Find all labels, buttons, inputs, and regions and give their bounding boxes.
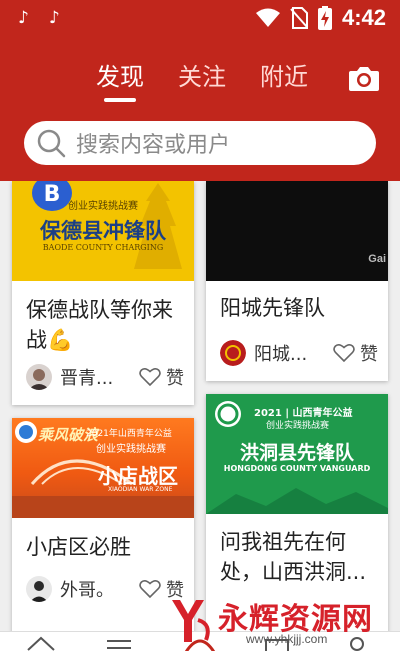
- author-name[interactable]: 晋青...: [60, 364, 139, 390]
- post-title: 问我祖先在何处，山西洪洞...: [220, 530, 367, 584]
- search-input[interactable]: 搜索内容或用户: [24, 121, 376, 165]
- post-cover-image: Gai: [206, 181, 388, 281]
- poster-english: XIAODIAN WAR ZONE: [108, 486, 173, 493]
- avatar[interactable]: [26, 576, 52, 602]
- post-title: 阳城先锋队: [220, 296, 325, 320]
- poster-english: HONGDONG COUNTY VANGUARD: [223, 464, 371, 473]
- tab-discover[interactable]: 发现: [96, 62, 144, 102]
- poster-title: 保德县冲锋队: [40, 218, 166, 243]
- camera-icon[interactable]: [348, 64, 380, 92]
- clock-time: 4:42: [341, 5, 386, 30]
- post-card[interactable]: Gai 阳城先锋队 阳城... 赞: [206, 181, 388, 381]
- post-cover-image: B 创业实践挑战赛 保德县冲锋队 BAODE COUNTY CHARGING: [12, 181, 194, 281]
- post-card[interactable]: B 创业实践挑战赛 保德县冲锋队 BAODE COUNTY CHARGING 保…: [12, 181, 194, 405]
- watermark-url: www.yhkjjj.com: [246, 632, 328, 646]
- top-header: ♪ ♪ 4:42 发现 关注 附近 搜索内容或用户: [0, 0, 400, 181]
- notification-icons: ♪ ♪: [18, 8, 60, 28]
- wifi-icon: [255, 8, 280, 27]
- like-button[interactable]: 赞: [139, 364, 184, 390]
- like-label: 赞: [360, 344, 378, 365]
- poster-title: 小店战区: [98, 464, 178, 488]
- logo-badge-icon: [215, 401, 241, 427]
- system-icons: 4:42: [255, 5, 386, 31]
- poster-subtitle: 创业实践挑战赛: [68, 201, 138, 212]
- poster-subtitle-2: 创业实践挑战赛: [266, 421, 330, 431]
- tab-follow[interactable]: 关注: [178, 62, 226, 92]
- site-watermark: 永辉资源网 www.yhkjjj.com: [166, 594, 396, 648]
- content-feed[interactable]: B 创业实践挑战赛 保德县冲锋队 BAODE COUNTY CHARGING 保…: [0, 181, 400, 631]
- tiktok-icon: ♪: [18, 8, 29, 28]
- no-sim-icon: [290, 7, 308, 29]
- post-cover-image: 2021 | 山西青年公益 创业实践挑战赛 洪洞县先锋队 HONGDONG CO…: [206, 394, 388, 514]
- avatar[interactable]: [26, 364, 52, 390]
- post-cover-image: 乘风破浪 2021年山西青年公益 创业实践挑战赛 小店战区 XIAODIAN W…: [12, 418, 194, 518]
- home-icon[interactable]: [26, 636, 56, 651]
- poster-english: BAODE COUNTY CHARGING: [42, 243, 164, 252]
- poster-subtitle: 2021 | 山西青年公益: [254, 408, 353, 419]
- post-title: 小店区必胜: [26, 535, 131, 559]
- poster-subtitle: 2021年山西青年公益: [86, 429, 172, 439]
- post-meta: 阳城... 赞: [220, 339, 378, 367]
- avatar[interactable]: [220, 340, 246, 366]
- poster-subtitle-2: 创业实践挑战赛: [96, 444, 166, 455]
- like-button[interactable]: 赞: [333, 340, 378, 366]
- list-icon[interactable]: [104, 636, 134, 651]
- poster-decoration: [206, 488, 388, 514]
- heart-icon: [333, 344, 355, 363]
- heart-icon: [139, 368, 161, 387]
- search-icon: [37, 129, 66, 158]
- author-name[interactable]: 阳城...: [254, 340, 333, 366]
- search-placeholder: 搜索内容或用户: [76, 133, 231, 158]
- cover-caption: Gai: [368, 253, 386, 265]
- heart-icon: [139, 580, 161, 599]
- tiktok-icon: ♪: [48, 8, 60, 28]
- post-title: 保德战队等你来战💪: [26, 298, 173, 352]
- like-label: 赞: [166, 368, 184, 389]
- post-meta: 外哥。 赞: [26, 575, 184, 603]
- tab-nearby[interactable]: 附近: [260, 62, 308, 92]
- author-name[interactable]: 外哥。: [60, 576, 139, 602]
- poster-title: 洪洞县先锋队: [239, 442, 354, 464]
- post-meta: 晋青... 赞: [26, 363, 184, 391]
- status-bar: ♪ ♪ 4:42: [0, 0, 400, 38]
- feed-tabs: 发现 关注 附近: [96, 62, 308, 102]
- battery-charging-icon: [317, 6, 332, 30]
- watermark-logo-icon: [172, 600, 210, 642]
